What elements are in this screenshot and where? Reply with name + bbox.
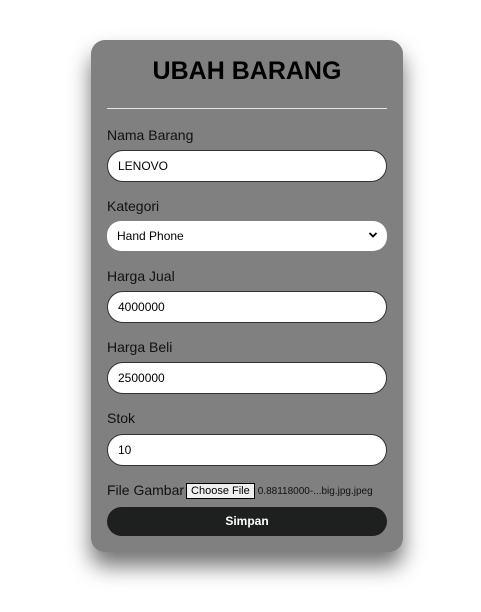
- form-title: UBAH BARANG: [152, 57, 342, 85]
- harga-beli-label: Harga Beli: [107, 339, 173, 355]
- stok-input[interactable]: 10: [107, 434, 387, 466]
- simpan-button[interactable]: Simpan: [107, 507, 387, 536]
- file-upload-row: File Gambar Choose File 0.88118000-...big.…: [107, 481, 397, 499]
- stok-label: Stok: [107, 410, 136, 426]
- harga-beli-input[interactable]: 2500000: [107, 362, 387, 394]
- kategori-selected-value: Hand Phone: [117, 229, 184, 243]
- nama-barang-input[interactable]: LENOVO: [107, 150, 387, 182]
- choose-file-button[interactable]: Choose File: [186, 483, 255, 499]
- kategori-label: Kategori: [107, 198, 160, 214]
- edit-item-form: UBAH BARANG Nama Barang LENOVO Kategori …: [91, 40, 403, 552]
- harga-jual-label: Harga Jual: [107, 268, 175, 284]
- chevron-down-icon: [368, 221, 378, 251]
- nama-barang-label: Nama Barang: [107, 127, 194, 143]
- title-divider: [107, 108, 387, 109]
- file-gambar-label: File Gambar: [107, 482, 185, 498]
- harga-jual-input[interactable]: 4000000: [107, 291, 387, 323]
- kategori-select[interactable]: Hand Phone: [107, 221, 387, 251]
- selected-file-name: 0.88118000-...big.jpg.jpeg: [257, 486, 373, 497]
